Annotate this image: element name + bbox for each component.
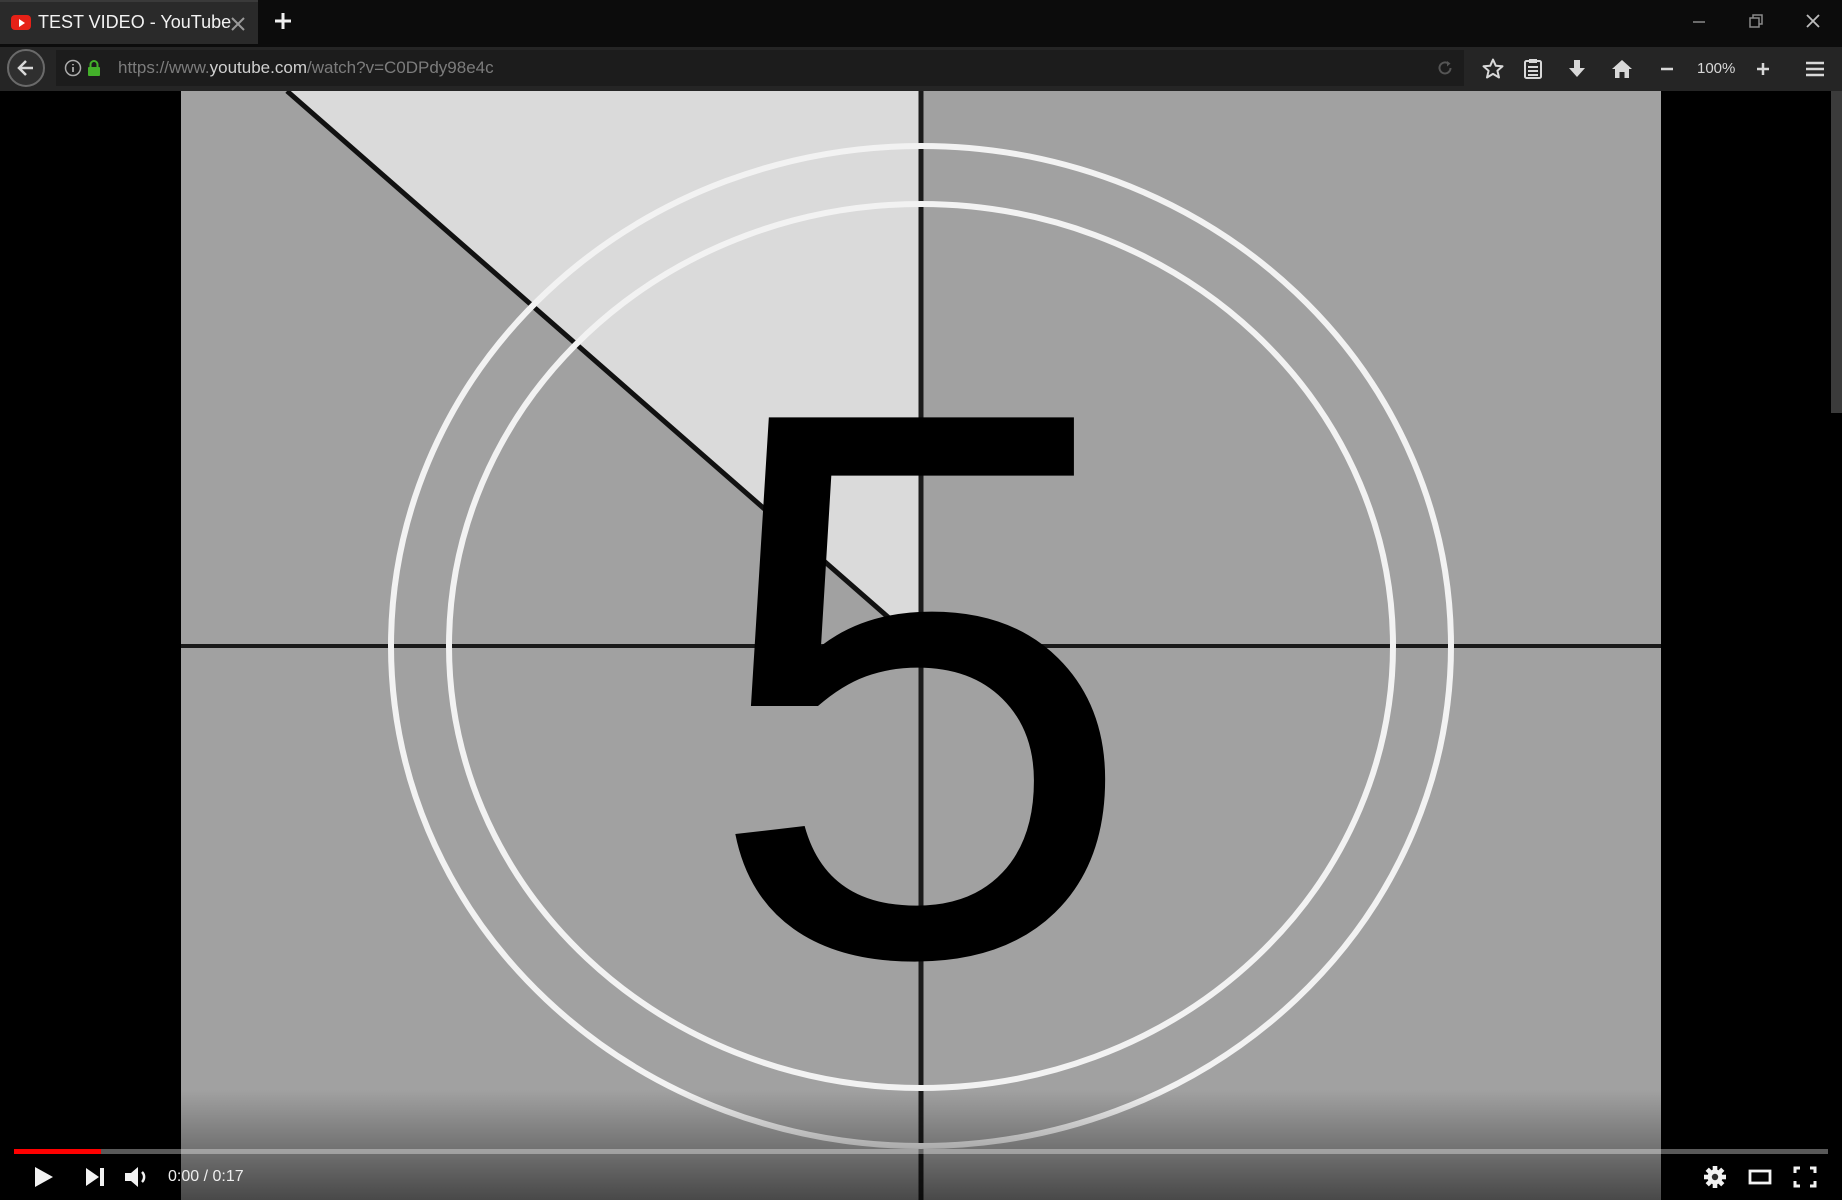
zoom-out-icon[interactable] — [1655, 57, 1679, 81]
minimize-icon[interactable] — [1686, 8, 1712, 34]
zoom-level[interactable]: 100% — [1697, 60, 1735, 77]
reload-icon[interactable] — [1436, 59, 1454, 77]
reading-list-icon[interactable] — [1521, 57, 1545, 81]
navigation-toolbar: https://www.youtube.com/watch?v=C0DPdy98… — [0, 47, 1842, 91]
back-arrow-icon — [17, 60, 33, 76]
volume-icon[interactable] — [121, 1164, 151, 1190]
youtube-favicon-icon — [11, 15, 31, 30]
menu-icon[interactable] — [1803, 57, 1827, 81]
url-host: youtube.com — [209, 58, 307, 77]
lock-icon — [88, 60, 100, 76]
page-scrollbar[interactable] — [1831, 91, 1842, 413]
tab-youtube[interactable]: TEST VIDEO - YouTube — [0, 0, 258, 44]
tab-title: TEST VIDEO - YouTube — [38, 12, 232, 32]
bookmark-star-icon[interactable] — [1481, 57, 1505, 81]
home-icon[interactable] — [1610, 57, 1634, 81]
restore-icon[interactable] — [1743, 8, 1769, 34]
close-window-icon[interactable] — [1800, 8, 1826, 34]
download-icon[interactable] — [1565, 57, 1589, 81]
settings-gear-icon[interactable] — [1700, 1164, 1730, 1190]
url-scheme: https://www. — [118, 58, 210, 77]
video-frame[interactable]: 5 — [181, 91, 1661, 1200]
controls-gradient — [0, 1090, 1842, 1200]
close-tab-icon[interactable] — [229, 15, 247, 33]
info-icon[interactable] — [64, 59, 82, 77]
browser-window: TEST VIDEO - YouTube https://www.youtube… — [0, 0, 1842, 1200]
new-tab-icon[interactable] — [272, 10, 294, 32]
theater-mode-icon[interactable] — [1745, 1164, 1775, 1190]
next-video-icon[interactable] — [80, 1164, 110, 1190]
url-text[interactable]: https://www.youtube.com/watch?v=C0DPdy98… — [118, 58, 494, 78]
progress-bar[interactable] — [14, 1149, 1828, 1154]
play-icon[interactable] — [28, 1164, 58, 1190]
time-display: 0:00 / 0:17 — [168, 1168, 244, 1185]
back-button[interactable] — [7, 49, 45, 87]
zoom-in-icon[interactable] — [1751, 57, 1775, 81]
url-path: /watch?v=C0DPdy98e4c — [306, 58, 494, 77]
video-player[interactable]: 5 — [0, 91, 1842, 1200]
tab-strip: TEST VIDEO - YouTube — [0, 0, 1842, 47]
address-bar[interactable]: https://www.youtube.com/watch?v=C0DPdy98… — [56, 50, 1464, 86]
countdown-digit: 5 — [704, 249, 1138, 1120]
fullscreen-icon[interactable] — [1790, 1164, 1820, 1190]
progress-played — [14, 1149, 102, 1154]
